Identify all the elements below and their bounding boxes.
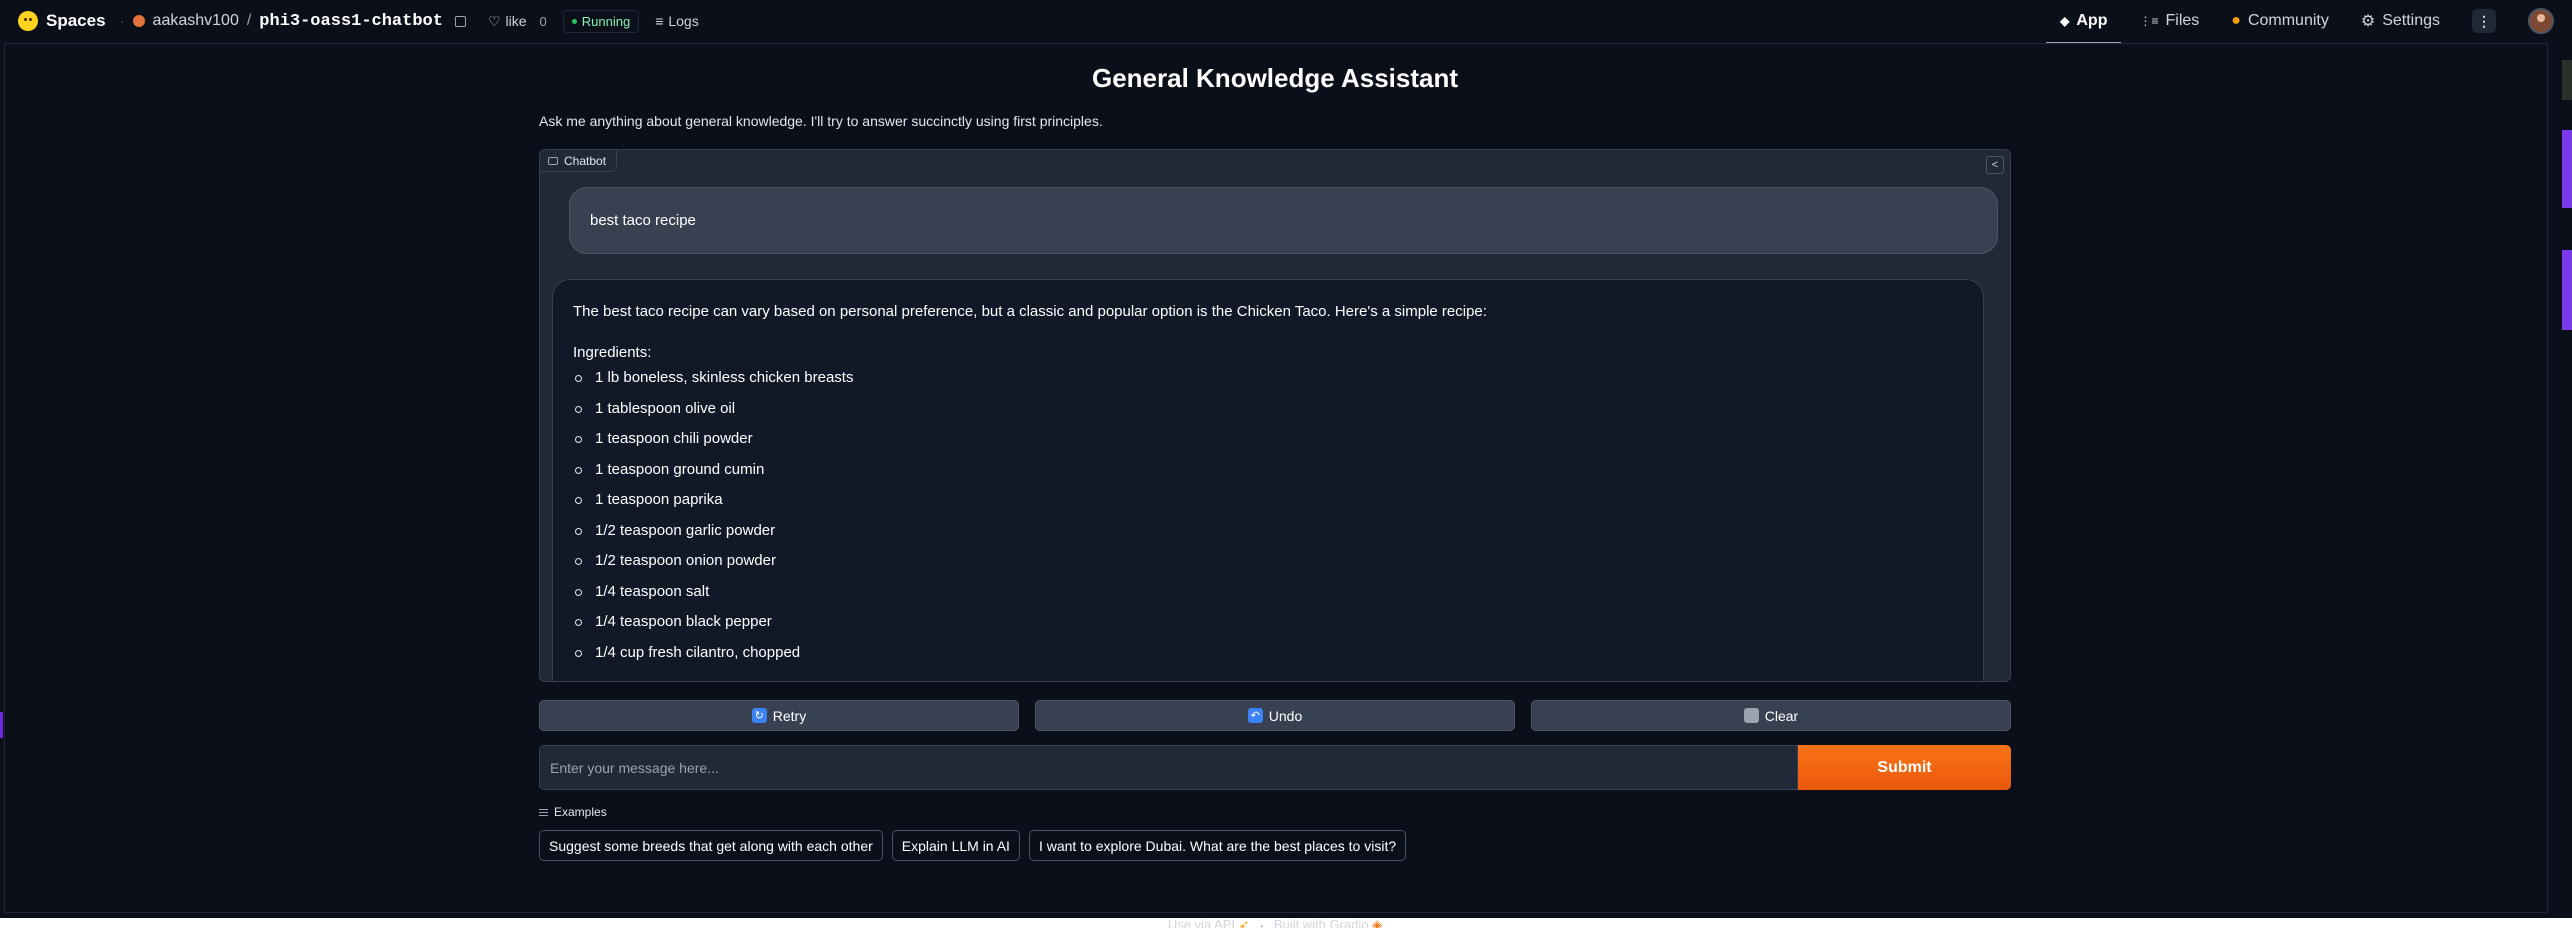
tab-app[interactable]: ◆ App xyxy=(2046,0,2122,44)
side-panel-marker xyxy=(0,712,3,738)
message-input-row: Submit xyxy=(539,745,2011,790)
community-icon: ● xyxy=(2231,12,2241,29)
tab-files[interactable]: ⋮≡ Files xyxy=(2139,0,2199,42)
huggingface-logo-icon[interactable] xyxy=(18,11,38,31)
owner-link[interactable]: aakashv100 xyxy=(153,12,239,30)
chatbot-label-text: Chatbot xyxy=(564,153,607,168)
ingredient-item: 1/4 teaspoon black pepper xyxy=(573,613,1963,644)
trash-icon xyxy=(1743,708,1759,723)
built-with-gradio-link[interactable]: Built with Gradio ◈ xyxy=(1274,917,1382,928)
ingredient-item: 1/4 teaspoon salt xyxy=(573,583,1963,614)
example-button[interactable]: Explain LLM in AI xyxy=(891,830,1020,861)
tab-community-label: Community xyxy=(2247,12,2329,29)
ingredient-item: 1 teaspoon chili powder xyxy=(573,430,1963,461)
more-menu-button[interactable]: ⋮ xyxy=(2472,9,2496,33)
examples-label: Examples xyxy=(539,805,607,819)
undo-button[interactable]: ↶ Undo xyxy=(1035,700,1515,731)
share-button[interactable]: < xyxy=(1986,156,2004,174)
status-badge[interactable]: Running xyxy=(562,9,640,33)
side-panel-marker xyxy=(2562,130,2572,208)
ingredient-item: 1 teaspoon paprika xyxy=(573,491,1963,522)
user-message: best taco recipe xyxy=(569,187,1998,254)
undo-icon: ↶ xyxy=(1247,708,1263,723)
ingredient-item: 1/4 cup fresh cilantro, chopped xyxy=(573,644,1963,675)
message-input[interactable] xyxy=(539,745,1798,790)
retry-icon: ↻ xyxy=(751,708,767,723)
ingredient-item: 1 tablespoon olive oil xyxy=(573,400,1963,431)
rocket-icon: ➶ xyxy=(1238,917,1250,928)
running-dot-icon xyxy=(571,18,577,24)
examples-list: Suggest some breeds that get along with … xyxy=(539,830,1407,861)
top-bar-nav: ◆ App ⋮≡ Files ● Community ⚙ Settings ⋮ xyxy=(2046,0,2554,44)
footer-separator: · xyxy=(1259,917,1264,928)
breadcrumb-slash: / xyxy=(246,12,252,29)
example-button[interactable]: I want to explore Dubai. What are the be… xyxy=(1028,830,1407,861)
ingredient-item: 1/2 teaspoon onion powder xyxy=(573,552,1963,583)
top-bar: Spaces · aakashv100 / phi3-oass1-chatbot… xyxy=(0,0,2572,44)
side-panel-marker xyxy=(2562,250,2572,330)
user-message-text: best taco recipe xyxy=(590,212,696,229)
copy-icon[interactable] xyxy=(454,15,466,27)
retry-button[interactable]: ↻ Retry xyxy=(539,700,1019,731)
chatbot-label: Chatbot xyxy=(540,150,618,172)
share-icon: < xyxy=(1991,159,1999,171)
tab-files-label: Files xyxy=(2165,12,2200,29)
page-description: Ask me anything about general knowledge.… xyxy=(539,113,1103,129)
status-label: Running xyxy=(581,13,631,29)
bot-message: The best taco recipe can vary based on p… xyxy=(552,279,1984,681)
example-button[interactable]: Suggest some breeds that get along with … xyxy=(539,830,883,861)
bot-message-heading: Ingredients: xyxy=(573,344,652,361)
ingredient-item: 1 teaspoon ground cumin xyxy=(573,461,1963,492)
ingredient-item: 1/2 teaspoon garlic powder xyxy=(573,522,1963,553)
action-button-row: ↻ Retry ↶ Undo Clear xyxy=(539,700,2011,731)
gear-icon: ⚙ xyxy=(2360,13,2376,30)
logs-icon: ≡ xyxy=(655,13,664,29)
gradio-logo-icon: ◈ xyxy=(1372,917,1383,928)
like-label: like xyxy=(505,13,527,29)
chat-icon xyxy=(548,156,558,165)
files-icon: ⋮≡ xyxy=(2139,14,2159,28)
ingredient-list: 1 lb boneless, skinless chicken breasts … xyxy=(573,369,1963,674)
use-via-api-link[interactable]: Use via API ➶ xyxy=(1168,917,1250,928)
page-title: General Knowledge Assistant xyxy=(1091,63,1459,93)
like-button[interactable]: ♡ like 0 xyxy=(488,13,547,30)
tab-community[interactable]: ● Community xyxy=(2231,0,2329,42)
like-count: 0 xyxy=(539,13,547,29)
retry-label: Retry xyxy=(772,707,807,724)
logs-button[interactable]: ≡ Logs xyxy=(655,13,699,29)
clear-label: Clear xyxy=(1764,707,1799,724)
chatbot-panel[interactable]: Chatbot < best taco recipe The best taco… xyxy=(539,149,2011,682)
tab-settings-label: Settings xyxy=(2382,12,2440,29)
examples-label-text: Examples xyxy=(554,805,607,819)
side-panel-marker xyxy=(2562,60,2572,100)
submit-button[interactable]: Submit xyxy=(1798,745,2011,790)
tab-settings[interactable]: ⚙ Settings xyxy=(2361,0,2440,42)
breadcrumb-divider: · xyxy=(119,12,125,30)
list-icon xyxy=(539,808,548,816)
tab-app-label: App xyxy=(2076,12,2108,29)
ingredient-item: 1 lb boneless, skinless chicken breasts xyxy=(573,369,1963,400)
bot-message-intro: The best taco recipe can vary based on p… xyxy=(573,303,1487,320)
repo-name-link[interactable]: phi3-oass1-chatbot xyxy=(259,12,443,31)
spaces-link[interactable]: Spaces xyxy=(46,11,106,31)
top-bar-left: Spaces · aakashv100 / phi3-oass1-chatbot… xyxy=(18,9,2060,33)
clear-button[interactable]: Clear xyxy=(1531,700,2011,731)
owner-avatar xyxy=(132,15,145,27)
footer: Use via API ➶ · Built with Gradio ◈ xyxy=(539,917,2011,928)
built-with-gradio-label: Built with Gradio xyxy=(1273,917,1369,928)
user-avatar[interactable] xyxy=(2528,8,2554,34)
undo-label: Undo xyxy=(1268,707,1303,724)
app-cube-icon: ◆ xyxy=(2060,14,2070,28)
heart-icon: ♡ xyxy=(487,12,501,29)
logs-label: Logs xyxy=(668,13,699,29)
use-via-api-label: Use via API xyxy=(1167,917,1236,928)
